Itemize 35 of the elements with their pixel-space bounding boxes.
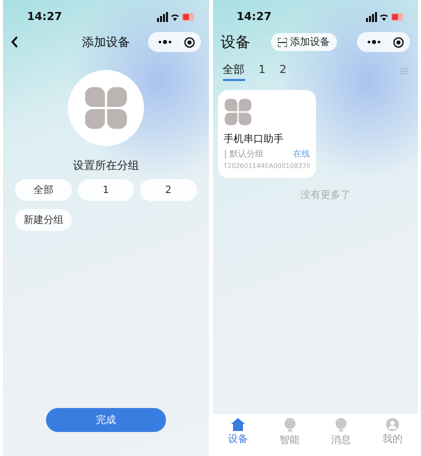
capsule-menu[interactable] (148, 32, 200, 52)
home-icon (231, 418, 246, 431)
back-icon[interactable] (11, 36, 19, 48)
page-title: 设备 (220, 32, 250, 52)
bulb-icon (334, 418, 347, 432)
user-icon (386, 418, 399, 431)
group-tab[interactable]: 1 (258, 62, 266, 80)
bulb-icon (284, 418, 296, 432)
device-name: 手机串口助手 (224, 132, 284, 146)
target-icon[interactable] (184, 36, 194, 48)
target-icon[interactable] (393, 36, 404, 48)
end-of-list-text: 没有更多了 (300, 189, 350, 202)
clover-icon (84, 86, 128, 130)
status-icons (156, 12, 194, 22)
capsule-menu[interactable] (357, 32, 410, 52)
clover-icon (224, 98, 252, 126)
new-group-button[interactable]: 新建分组 (15, 209, 72, 231)
online-status: 在线 (292, 148, 310, 160)
group-tab[interactable]: 2 (280, 62, 286, 80)
scan-icon (278, 38, 287, 46)
device-group: | 默认分组 (224, 148, 264, 160)
group-chip[interactable]: 全部 (15, 179, 72, 201)
group-chip[interactable]: 2 (140, 179, 196, 201)
status-icons (366, 12, 404, 22)
status-time: 14:27 (236, 10, 272, 23)
add-device-button[interactable]: 添加设备 (270, 33, 337, 51)
tab-bar-item[interactable]: 设备 (212, 418, 264, 448)
more-icon[interactable] (158, 40, 172, 44)
page-title: 添加设备 (80, 34, 131, 50)
group-chip[interactable]: 1 (78, 179, 134, 201)
group-tab[interactable]: 全部 (222, 62, 244, 80)
status-time: 14:27 (27, 10, 62, 23)
group-label: 设置所在分组 (72, 158, 139, 173)
done-button[interactable]: 完成 (46, 408, 166, 432)
more-icon[interactable] (367, 40, 381, 44)
